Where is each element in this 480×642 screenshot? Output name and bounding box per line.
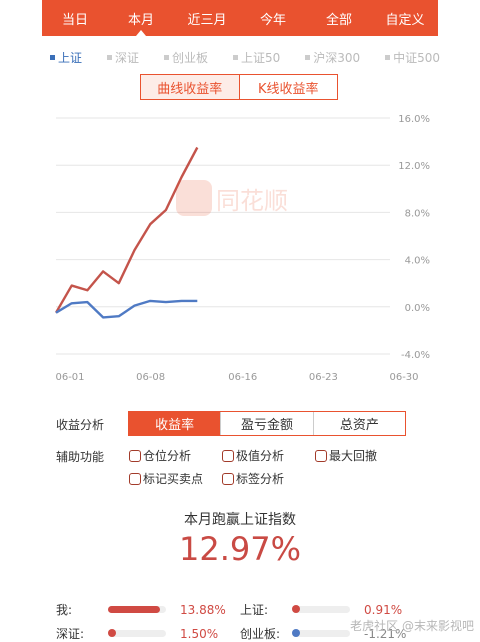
index-label: 上证50 — [240, 51, 281, 65]
index-label: 上证 — [58, 51, 83, 65]
y-tick-label: -4.0% — [401, 350, 430, 361]
index-marker-icon — [163, 55, 169, 60]
x-tick-label: 06-16 — [228, 372, 257, 383]
stat-label: 深证: — [56, 627, 85, 641]
checkbox-max-drawdown[interactable]: 最大回撤 — [315, 447, 377, 464]
checkbox-icon — [129, 472, 141, 485]
aux-label: 辅助功能 — [56, 450, 105, 464]
stat-label: 我: — [56, 603, 73, 617]
index-label: 深证 — [114, 51, 139, 65]
series-line-0 — [54, 146, 199, 314]
index-label: 中证500 — [393, 51, 440, 65]
watermark-logo-icon — [176, 180, 212, 216]
curve-return-button[interactable]: 曲线收益率 — [141, 75, 240, 99]
checkbox-trade-marks[interactable]: 标记买卖点 — [129, 470, 203, 487]
stat-bar — [292, 629, 350, 637]
stat-bar-fill — [108, 606, 161, 613]
checkbox-icon — [315, 449, 327, 462]
index-marker-icon — [50, 55, 55, 60]
tab-return-rate[interactable]: 收益率 — [129, 412, 221, 435]
y-tick-label: 0.0% — [405, 303, 430, 314]
tab-3[interactable]: 今年 — [240, 0, 306, 36]
stat-row: 上证: 0.91% — [240, 601, 402, 618]
index-label: 创业板 — [171, 51, 208, 65]
index-option[interactable]: 上证50 — [232, 49, 281, 66]
index-label: 沪深300 — [313, 51, 361, 65]
index-option[interactable]: 上证 — [50, 49, 82, 66]
series-line-1 — [55, 299, 198, 319]
kline-return-button[interactable]: K线收益率 — [240, 75, 338, 99]
stat-bar — [108, 606, 166, 613]
stat-dot-icon — [108, 629, 116, 637]
stat-dot-icon — [292, 629, 300, 637]
x-tick-label: 06-23 — [309, 372, 338, 383]
checkbox-icon — [222, 472, 234, 485]
index-marker-icon — [305, 55, 311, 60]
summary-title: 本月跑赢上证指数 — [184, 512, 296, 528]
summary-value: 12.97% — [178, 530, 301, 568]
tab-4[interactable]: 全部 — [306, 0, 372, 36]
stat-value: 0.91% — [364, 602, 403, 617]
checkbox-icon — [129, 449, 141, 462]
index-marker-icon — [232, 55, 238, 60]
index-marker-icon — [106, 55, 112, 60]
index-selector: 上证 深证 创业板 上证50 沪深300 中证500 — [50, 49, 440, 66]
stat-row: 深证: 1.50% — [56, 625, 218, 642]
stat-label: 创业板: — [240, 627, 281, 641]
checkbox-tag-analysis[interactable]: 标签分析 — [222, 470, 284, 487]
watermark-text: 同花顺 — [216, 186, 288, 215]
tab-1[interactable]: 本月 — [108, 0, 174, 36]
index-option[interactable]: 深证 — [106, 49, 139, 66]
curve-toggle: 曲线收益率 K线收益率 — [140, 74, 338, 100]
checkbox-position-analysis[interactable]: 仓位分析 — [129, 447, 191, 464]
tab-2[interactable]: 近三月 — [174, 0, 240, 36]
x-tick-label: 06-30 — [389, 372, 418, 383]
checkbox-extreme-analysis[interactable]: 极值分析 — [222, 447, 284, 464]
period-tabs: 当日 本月 近三月 今年 全部 自定义 — [42, 0, 438, 36]
index-option[interactable]: 创业板 — [163, 49, 208, 66]
return-chart: 16.0% 12.0% 8.0% 4.0% 0.0% -4.0% 06-01 06-08 06-… — [54, 114, 430, 383]
index-option[interactable]: 中证500 — [385, 49, 440, 66]
analysis-tabs: 收益率 盈亏金额 总资产 — [128, 411, 406, 436]
tab-total-assets[interactable]: 总资产 — [312, 412, 405, 435]
tab-5[interactable]: 自定义 — [372, 0, 438, 36]
y-tick-label: 12.0% — [398, 161, 430, 172]
stat-row: 我: 13.88% — [56, 601, 226, 618]
index-option[interactable]: 沪深300 — [305, 49, 360, 66]
x-tick-label: 06-08 — [136, 372, 165, 383]
y-tick-label: 4.0% — [405, 256, 430, 267]
stat-value: 13.88% — [180, 602, 226, 617]
stat-label: 上证: — [240, 603, 269, 617]
analysis-label: 收益分析 — [56, 418, 105, 432]
tab-profit-amount[interactable]: 盈亏金额 — [220, 412, 312, 435]
x-tick-label: 06-01 — [55, 372, 84, 383]
watermark-branding: 老虎社区 @末来影视吧 — [350, 619, 474, 633]
stat-value: 1.50% — [180, 626, 219, 641]
stat-dot-icon — [292, 605, 300, 613]
watermark: 同花顺 — [176, 180, 288, 216]
stat-bar — [292, 605, 350, 613]
index-marker-icon — [385, 55, 391, 60]
y-tick-label: 8.0% — [405, 208, 430, 219]
stat-bar — [108, 629, 166, 637]
checkbox-icon — [222, 449, 234, 462]
tab-0[interactable]: 当日 — [42, 0, 108, 36]
y-tick-label: 16.0% — [398, 114, 430, 125]
